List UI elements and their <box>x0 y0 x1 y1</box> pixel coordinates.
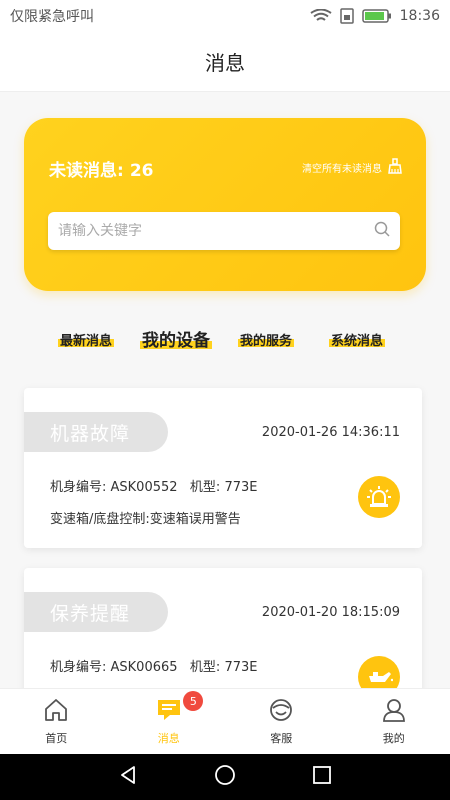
search-icon[interactable] <box>374 221 390 241</box>
tabbar-messages[interactable]: 消息 5 <box>113 689 226 754</box>
unread-count: 26 <box>129 161 154 181</box>
search-input[interactable] <box>58 223 374 239</box>
message-icon <box>156 697 182 726</box>
tab-latest[interactable]: 最新消息 <box>58 330 115 349</box>
recents-icon[interactable] <box>312 765 332 789</box>
alarm-light-icon <box>358 476 400 518</box>
status-icons: 18:36 <box>310 8 440 24</box>
sim-icon <box>339 8 354 24</box>
bottom-tab-bar: 首页 消息 5 客服 我的 <box>0 688 450 754</box>
tabbar-service[interactable]: 客服 <box>225 689 338 754</box>
message-card[interactable]: 保养提醒 2020-01-20 18:15:09 机身编号: ASK00665 … <box>24 568 422 708</box>
tabbar-service-label: 客服 <box>270 732 293 745</box>
tab-my-devices[interactable]: 我的设备 <box>140 326 212 351</box>
unread-badge: 5 <box>183 691 204 711</box>
status-time: 18:36 <box>399 8 440 24</box>
tabbar-profile-label: 我的 <box>382 732 405 745</box>
tab-system-messages[interactable]: 系统消息 <box>329 330 386 349</box>
home-circle-icon[interactable] <box>214 764 236 790</box>
carrier-text: 仅限紧急呼叫 <box>10 9 94 25</box>
back-icon[interactable] <box>118 765 138 789</box>
search-box[interactable] <box>48 212 400 250</box>
machine-info: 机身编号: ASK00665 机型: 773E <box>50 660 258 675</box>
wifi-icon <box>310 9 332 23</box>
tabbar-home[interactable]: 首页 <box>0 689 113 754</box>
customer-service-icon <box>268 697 294 726</box>
user-icon <box>381 697 407 726</box>
page-header: 消息 <box>0 32 450 92</box>
unread-banner: 未读消息: 26 清空所有未读消息 <box>24 118 426 291</box>
system-nav-bar <box>0 754 450 800</box>
message-type-tag: 机器故障 <box>24 412 168 452</box>
tabbar-home-label: 首页 <box>45 732 68 745</box>
category-tabs: 最新消息 我的设备 我的服务 系统消息 <box>0 330 450 360</box>
message-card[interactable]: 机器故障 2020-01-26 14:36:11 机身编号: ASK00552 … <box>24 388 422 548</box>
message-time: 2020-01-20 18:15:09 <box>261 605 400 620</box>
status-bar: 仅限紧急呼叫 18:36 <box>0 0 450 32</box>
fault-description: 变速箱/底盘控制:变速箱误用警告 <box>50 512 241 527</box>
message-type-tag: 保养提醒 <box>24 592 168 632</box>
page-title: 消息 <box>205 51 245 75</box>
battery-icon <box>361 9 392 23</box>
tabbar-messages-label: 消息 <box>157 732 180 745</box>
unread-label: 未读消息: <box>49 161 124 181</box>
clear-unread-button[interactable]: 清空所有未读消息 <box>302 158 402 177</box>
unread-summary: 未读消息: 26 <box>49 156 153 181</box>
home-icon <box>43 697 69 726</box>
broom-icon <box>388 158 402 177</box>
machine-info: 机身编号: ASK00552 机型: 773E <box>50 480 258 495</box>
message-time: 2020-01-26 14:36:11 <box>261 425 400 440</box>
tab-my-services[interactable]: 我的服务 <box>238 330 295 349</box>
tabbar-profile[interactable]: 我的 <box>338 689 450 754</box>
clear-unread-label: 清空所有未读消息 <box>302 164 382 175</box>
